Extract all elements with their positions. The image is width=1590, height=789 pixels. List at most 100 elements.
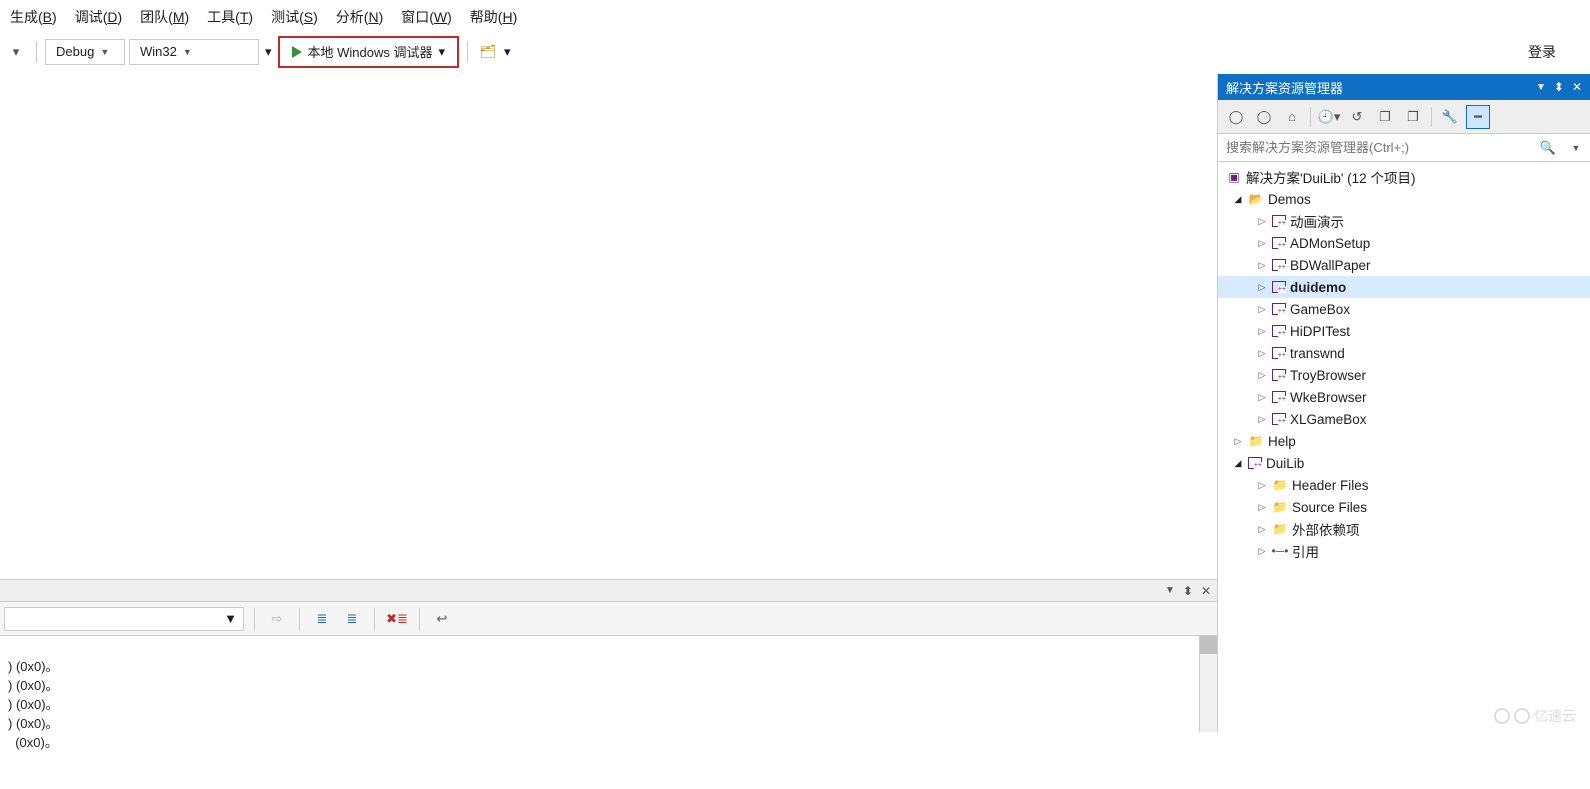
project-label: DuiLib — [1266, 456, 1304, 471]
expander-icon[interactable] — [1256, 501, 1268, 513]
pin-icon[interactable]: ⬍ — [1183, 584, 1193, 598]
project-label: TroyBrowser — [1290, 368, 1366, 383]
solution-explorer-title: 解决方案资源管理器 — [1226, 78, 1343, 97]
solution-search-input[interactable] — [1218, 140, 1534, 155]
menu-analyze[interactable]: 分析(N) — [336, 7, 383, 27]
scope-icon[interactable]: 🕘▾ — [1317, 105, 1341, 129]
forward-icon[interactable]: ◯ — [1252, 105, 1276, 129]
close-icon[interactable]: ✕ — [1201, 584, 1211, 598]
folder-open-icon: 📂 — [1248, 191, 1264, 207]
expander-icon[interactable] — [1256, 215, 1268, 227]
expander-icon[interactable] — [1232, 193, 1244, 205]
output-panel: ▼ ⬍ ✕ ▼ ⇨ ≣ ≣ ✖≣ ↩ ) (0x0)。 ) (0x0)。 ) (… — [0, 579, 1217, 732]
output-wrap-icon[interactable]: ↩ — [430, 607, 454, 631]
expander-icon[interactable] — [1232, 435, 1244, 447]
reference-icon: •─• — [1272, 543, 1288, 559]
show-all-icon[interactable]: ❐ — [1401, 105, 1425, 129]
scrollbar-thumb[interactable] — [1200, 636, 1217, 654]
project-duilib[interactable]: DuiLib — [1218, 452, 1590, 474]
references-label: 引用 — [1292, 541, 1319, 561]
expander-icon[interactable] — [1256, 347, 1268, 359]
expander-icon[interactable] — [1256, 523, 1268, 535]
solution-node[interactable]: ▣ 解决方案'DuiLib' (12 个项目) — [1218, 166, 1590, 188]
close-icon[interactable]: ✕ — [1572, 80, 1582, 94]
dropdown-icon[interactable]: ▼ — [1165, 585, 1175, 596]
menu-team[interactable]: 团队(M) — [140, 7, 189, 27]
separator — [419, 608, 420, 630]
output-clear-icon[interactable]: ✖≣ — [385, 607, 409, 631]
project-item[interactable]: WkeBrowser — [1218, 386, 1590, 408]
caret-icon: ▾ — [439, 44, 446, 60]
sync-icon[interactable]: ↺ — [1345, 105, 1369, 129]
project-icon — [1272, 369, 1286, 381]
filter-header-files[interactable]: 📁 Header Files — [1218, 474, 1590, 496]
output-text[interactable]: ) (0x0)。 ) (0x0)。 ) (0x0)。 ) (0x0)。 (0x0… — [0, 636, 1217, 732]
expander-icon[interactable] — [1256, 281, 1268, 293]
folder-help[interactable]: 📁 Help — [1218, 430, 1590, 452]
separator — [1431, 107, 1432, 127]
menu-window[interactable]: 窗口(W) — [401, 7, 452, 27]
solution-explorer-toolbar: ◯ ◯ ⌂ 🕘▾ ↺ ❐ ❐ 🔧 ━ — [1218, 100, 1590, 134]
solution-tree[interactable]: ▣ 解决方案'DuiLib' (12 个项目) 📂 Demos 动画演示 ADM… — [1218, 162, 1590, 732]
output-prev-icon[interactable]: ≣ — [310, 607, 334, 631]
preview-icon[interactable]: ━ — [1466, 105, 1490, 129]
expander-icon[interactable] — [1256, 303, 1268, 315]
menu-test[interactable]: 测试(S) — [271, 7, 318, 27]
project-label: WkeBrowser — [1290, 390, 1367, 405]
dropdown-icon[interactable]: ▼ — [1536, 82, 1546, 93]
search-icon[interactable]: 🔍 — [1534, 140, 1562, 156]
menu-build[interactable]: 生成(B) — [10, 7, 57, 27]
project-label: transwnd — [1290, 346, 1345, 361]
menu-tools[interactable]: 工具(T) — [207, 7, 253, 27]
start-debugger-button[interactable]: 本地 Windows 调试器 ▾ — [284, 39, 454, 65]
pin-icon[interactable]: ⬍ — [1554, 80, 1564, 94]
solution-search[interactable]: 🔍 ▼ — [1218, 134, 1590, 162]
solution-explorer-title-bar[interactable]: 解决方案资源管理器 ▼ ⬍ ✕ — [1218, 74, 1590, 100]
output-toolbar: ▼ ⇨ ≣ ≣ ✖≣ ↩ — [0, 602, 1217, 636]
caret-icon[interactable]: ▾ — [504, 44, 511, 60]
project-item[interactable]: XLGameBox — [1218, 408, 1590, 430]
references[interactable]: •─• 引用 — [1218, 540, 1590, 562]
expander-icon[interactable] — [1256, 391, 1268, 403]
menu-help[interactable]: 帮助(H) — [470, 7, 517, 27]
collapse-icon[interactable]: ❐ — [1373, 105, 1397, 129]
properties-icon[interactable]: 🔧 — [1438, 105, 1462, 129]
config-dropdown[interactable]: Debug ▼ — [45, 39, 125, 65]
folder-icon: 📁 — [1272, 499, 1288, 515]
output-source-dropdown[interactable]: ▼ — [4, 607, 244, 631]
external-deps[interactable]: 📁 外部依赖项 — [1218, 518, 1590, 540]
project-label: XLGameBox — [1290, 412, 1367, 427]
solution-label: 解决方案'DuiLib' (12 个项目) — [1246, 167, 1415, 187]
project-item[interactable]: GameBox — [1218, 298, 1590, 320]
toolbar-file-icon[interactable]: 🗂 — [476, 40, 500, 64]
expander-icon[interactable] — [1256, 325, 1268, 337]
expander-icon[interactable] — [1256, 259, 1268, 271]
expander-icon[interactable] — [1256, 369, 1268, 381]
project-item-selected[interactable]: duidemo — [1218, 276, 1590, 298]
platform-dropdown[interactable]: Win32 ▼ — [129, 39, 259, 65]
project-item[interactable]: TroyBrowser — [1218, 364, 1590, 386]
debugger-label: 本地 Windows 调试器 — [308, 42, 433, 61]
folder-label: Demos — [1268, 192, 1311, 207]
project-item[interactable]: BDWallPaper — [1218, 254, 1590, 276]
project-item[interactable]: HiDPITest — [1218, 320, 1590, 342]
expander-icon[interactable] — [1256, 413, 1268, 425]
back-icon[interactable]: ◯ — [1224, 105, 1248, 129]
output-next-icon[interactable]: ≣ — [340, 607, 364, 631]
caret-icon[interactable]: ▾ — [263, 44, 274, 60]
expander-icon[interactable] — [1232, 457, 1244, 469]
caret-icon[interactable]: ▼ — [1562, 143, 1590, 153]
expander-icon[interactable] — [1256, 237, 1268, 249]
toolbar-leading-icon[interactable]: ▾ — [4, 40, 28, 64]
project-item[interactable]: transwnd — [1218, 342, 1590, 364]
expander-icon[interactable] — [1256, 479, 1268, 491]
menu-debug[interactable]: 调试(D) — [75, 7, 122, 27]
scrollbar[interactable] — [1199, 636, 1217, 732]
project-item[interactable]: 动画演示 — [1218, 210, 1590, 232]
folder-demos[interactable]: 📂 Demos — [1218, 188, 1590, 210]
home-icon[interactable]: ⌂ — [1280, 105, 1304, 129]
login-link[interactable]: 登录 — [1528, 42, 1556, 62]
expander-icon[interactable] — [1256, 545, 1268, 557]
project-item[interactable]: ADMonSetup — [1218, 232, 1590, 254]
filter-source-files[interactable]: 📁 Source Files — [1218, 496, 1590, 518]
